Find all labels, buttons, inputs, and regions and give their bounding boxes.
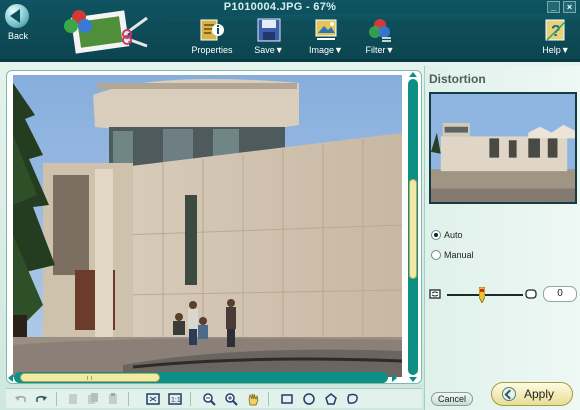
bottom-toolbar: 1:1 (6, 388, 422, 408)
freehand-select-button[interactable] (346, 392, 360, 406)
scroll-down-arrow-icon[interactable] (409, 377, 417, 382)
properties-icon (200, 19, 224, 41)
polygon-select-icon (325, 393, 337, 405)
save-label: Save▼ (254, 45, 284, 55)
vertical-scrollbar[interactable] (408, 72, 418, 382)
distortion-value-field[interactable]: 0 (543, 286, 577, 302)
apply-label: Apply (524, 387, 555, 401)
polygon-select-button[interactable] (324, 392, 338, 406)
help-label: Help▼ (542, 45, 570, 55)
help-icon: ? (545, 19, 566, 41)
scroll-left-arrow-icon[interactable] (8, 374, 13, 382)
barrel-distortion-icon (429, 289, 441, 299)
chevron-left-icon (502, 387, 516, 401)
fit-window-icon (146, 393, 160, 405)
save-button[interactable]: Save▼ (243, 17, 295, 59)
undo-icon (15, 395, 26, 402)
toolbar-divider (268, 392, 269, 406)
zoom-in-icon (225, 393, 238, 406)
help-menu-button[interactable]: ? Help▼ (530, 17, 580, 59)
filter-label: Filter▼ (365, 45, 395, 55)
ellipse-select-icon (303, 393, 315, 405)
manual-radio[interactable]: Manual (431, 250, 474, 260)
panel-title: Distortion (429, 72, 486, 86)
properties-label: Properties (191, 45, 233, 55)
horizontal-scrollbar[interactable] (14, 372, 388, 383)
actual-size-icon: 1:1 (168, 393, 182, 405)
distortion-panel: Distortion Auto Manual 0 Cancel Apply (424, 66, 580, 410)
image-label: Image▼ (309, 45, 343, 55)
paste-icon (109, 393, 117, 404)
minimize-button[interactable]: _ (547, 1, 560, 13)
hand-pan-button[interactable] (246, 392, 260, 406)
vertical-scroll-thumb[interactable] (409, 179, 417, 279)
filter-menu-button[interactable]: Filter▼ (354, 17, 406, 59)
hand-pan-icon (248, 393, 259, 406)
toolbar-divider (190, 392, 191, 406)
back-button[interactable]: Back (2, 2, 36, 42)
toolbar-divider (56, 392, 57, 406)
auto-radio-label: Auto (444, 230, 463, 240)
filter-icon (369, 19, 391, 42)
app-window: Back Properties Save▼ Image▼ Filter▼ Hel… (0, 0, 580, 410)
redo-icon (36, 395, 47, 402)
manual-radio-label: Manual (444, 250, 474, 260)
copy-button[interactable] (86, 392, 100, 406)
actual-size-button[interactable]: 1:1 (168, 392, 182, 406)
scroll-right-arrow-icon[interactable] (392, 374, 397, 382)
cut-icon (69, 394, 77, 404)
window-controls: _ × (547, 1, 576, 13)
auto-radio-dot[interactable] (431, 230, 441, 240)
app-logo-icon (64, 10, 148, 54)
redo-button[interactable] (34, 392, 48, 406)
svg-text:1:1: 1:1 (171, 397, 181, 404)
zoom-in-button[interactable] (224, 392, 238, 406)
distortion-slider-track[interactable] (447, 294, 523, 296)
properties-button[interactable]: Properties (186, 17, 238, 59)
image-view-panel (6, 70, 422, 384)
apply-button[interactable]: Apply (491, 382, 573, 406)
freehand-select-icon (347, 393, 358, 404)
save-disk-icon (257, 18, 281, 42)
undo-button[interactable] (14, 392, 28, 406)
toolbar-divider (128, 392, 129, 406)
distortion-slider-thumb[interactable] (479, 287, 485, 303)
rectangle-select-button[interactable] (280, 392, 294, 406)
paste-button[interactable] (106, 392, 120, 406)
close-button[interactable]: × (563, 1, 576, 13)
window-title: P1010004.JPG - 67% (223, 1, 337, 13)
image-tools-icon (315, 19, 337, 40)
manual-radio-dot[interactable] (431, 250, 441, 260)
copy-icon (88, 393, 98, 404)
scroll-up-arrow-icon[interactable] (409, 72, 417, 77)
image-menu-button[interactable]: Image▼ (300, 17, 352, 59)
rectangle-select-icon (281, 394, 293, 404)
pincushion-distortion-icon (525, 289, 537, 299)
distortion-slider-row: 0 (429, 286, 579, 304)
back-label: Back (8, 31, 29, 41)
horizontal-scroll-thumb[interactable] (20, 373, 160, 382)
cancel-button[interactable]: Cancel (431, 392, 473, 406)
zoom-out-button[interactable] (202, 392, 216, 406)
zoom-out-icon (203, 393, 216, 406)
back-arrow-icon (5, 4, 29, 28)
preview-thumbnail (429, 92, 577, 204)
ellipse-select-button[interactable] (302, 392, 316, 406)
cut-button[interactable] (66, 392, 80, 406)
photo-canvas[interactable] (13, 75, 402, 377)
fit-window-button[interactable] (146, 392, 160, 406)
auto-radio[interactable]: Auto (431, 230, 463, 240)
